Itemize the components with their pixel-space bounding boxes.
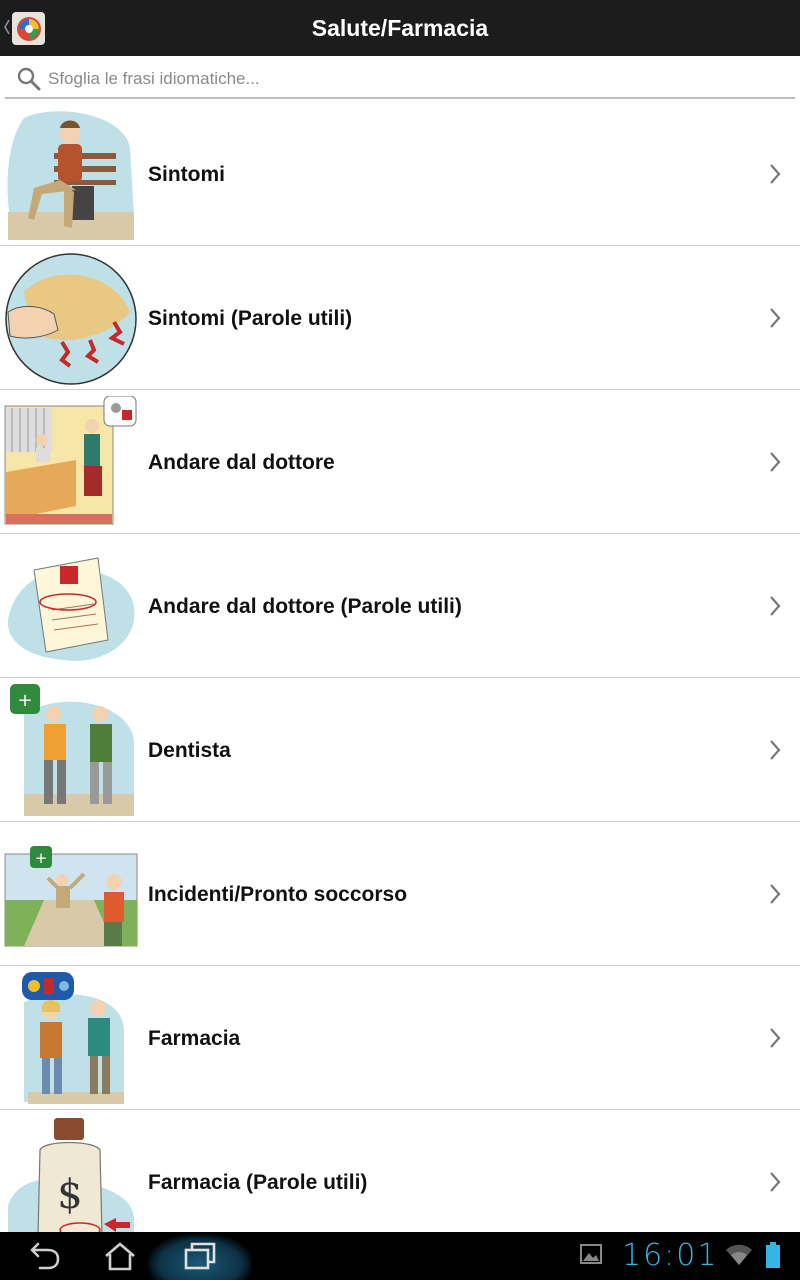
chevron-right-icon — [770, 1028, 781, 1048]
svg-text:+: + — [35, 849, 48, 867]
pharmacy-couple-illustration — [22, 972, 124, 1104]
chevron-right-icon — [770, 884, 781, 904]
status-clock: 16:01 — [622, 1238, 719, 1273]
chevron-right-icon — [770, 740, 781, 760]
man-on-bench-illustration — [7, 111, 135, 240]
list-item-sintomi[interactable]: Sintomi — [0, 102, 800, 246]
list-item-farmacia[interactable]: Farmacia — [0, 966, 800, 1110]
list-item-label: Sintomi (Parole utili) — [148, 307, 353, 330]
phrasebook-category-list: Sintomi Sintomi (Parole utili) Andare da… — [0, 102, 800, 1232]
system-navigation-bar: 16:01 — [0, 1232, 800, 1280]
search-underline — [5, 97, 795, 99]
medicine-bottle-illustration: $ — [8, 1118, 135, 1232]
gallery-notification-icon[interactable] — [580, 1244, 602, 1264]
list-item-sintomi-parole-utili[interactable]: Sintomi (Parole utili) — [0, 246, 800, 390]
search-icon — [17, 67, 41, 91]
page-title: Salute/Farmacia — [311, 15, 489, 41]
recent-apps-icon[interactable] — [180, 1240, 220, 1272]
list-item-label: Andare dal dottore (Parole utili) — [148, 595, 462, 618]
chevron-right-icon — [770, 164, 781, 184]
prescription-illustration — [7, 557, 135, 661]
wifi-icon — [726, 1244, 752, 1265]
back-icon[interactable] — [22, 1240, 62, 1272]
list-item-label: Andare dal dottore — [148, 451, 335, 474]
doctor-office-illustration — [4, 396, 137, 525]
hand-pain-illustration — [5, 253, 137, 385]
action-bar: Salute/Farmacia — [0, 0, 800, 56]
svg-text:+: + — [17, 690, 32, 711]
two-men-dentist-illustration: + — [10, 684, 134, 816]
list-item-label: Dentista — [148, 739, 231, 762]
list-item-dentista[interactable]: + Dentista — [0, 678, 800, 822]
accident-illustration: + — [4, 846, 138, 947]
list-item-label: Sintomi — [148, 163, 225, 186]
battery-icon — [766, 1242, 780, 1268]
chevron-right-icon — [770, 452, 781, 472]
chevron-right-icon — [770, 308, 781, 328]
list-item-label: Farmacia — [148, 1027, 241, 1050]
chevron-right-icon — [770, 596, 781, 616]
list-item-incidenti-pronto-soccorso[interactable]: + Incidenti/Pronto soccorso — [0, 822, 800, 966]
search-input[interactable] — [48, 64, 768, 94]
search-bar — [0, 56, 800, 102]
home-icon[interactable] — [100, 1240, 140, 1272]
list-item-label: Farmacia (Parole utili) — [148, 1171, 368, 1194]
list-item-andare-dal-dottore-parole-utili[interactable]: Andare dal dottore (Parole utili) — [0, 534, 800, 678]
list-item-label: Incidenti/Pronto soccorso — [148, 883, 408, 906]
svg-text:$: $ — [57, 1172, 82, 1218]
list-item-farmacia-parole-utili[interactable]: $ Farmacia (Parole utili) — [0, 1110, 800, 1232]
chevron-right-icon — [770, 1172, 781, 1192]
list-item-andare-dal-dottore[interactable]: Andare dal dottore — [0, 390, 800, 534]
